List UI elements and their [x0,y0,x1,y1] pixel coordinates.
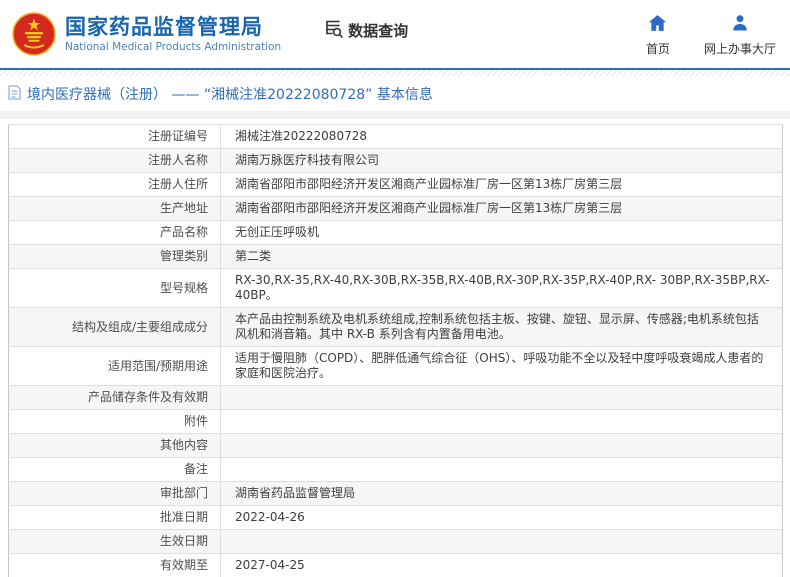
row-value: 2022-04-26 [220,505,783,530]
nav-hall-label: 网上办事大厅 [703,41,776,56]
row-value: 湖南省邵阳市邵阳经济开发区湘商产业园标准厂房一区第13栋厂房第三层 [220,196,783,221]
row-value: 湖南省邵阳市邵阳经济开发区湘商产业园标准厂房一区第13栋厂房第三层 [220,172,783,197]
row-label: 备注 [8,457,221,482]
row-label: 产品储存条件及有效期 [8,385,221,410]
row-label: 其他内容 [8,433,221,458]
person-icon [731,14,749,36]
row-value [220,409,783,434]
table-row: 备注 [8,457,783,482]
row-value: 2027-04-25 [220,553,783,577]
table-row: 批准日期 2022-04-26 [8,505,783,530]
row-value: 湖南省药品监督管理局 [220,481,783,506]
section-title: 数据查询 [348,21,409,40]
table-row: 生效日期 [8,529,783,554]
table-row: 其他内容 [8,433,783,458]
nav-item-service-hall[interactable]: 网上办事大厅 [704,14,776,57]
row-value: 湖南万脉医疗科技有限公司 [220,148,783,173]
row-value [220,457,783,482]
row-label: 生产地址 [8,196,221,221]
table-row: 适用范围/预期用途 适用于慢阻肺（COPD）、肥胖低通气综合征（OHS）、呼吸功… [8,346,783,386]
row-value: 适用于慢阻肺（COPD）、肥胖低通气综合征（OHS）、呼吸功能不全以及轻中度呼吸… [220,346,783,386]
site-logo: 国家药品监督管理局 National Medical Products Admi… [12,12,281,56]
info-table: 注册证编号 湘械注准20222080728 注册人名称 湖南万脉医疗科技有限公司… [8,124,783,577]
table-row: 注册人名称 湖南万脉医疗科技有限公司 [8,148,783,173]
row-label: 产品名称 [8,220,221,245]
row-label: 注册人名称 [8,148,221,173]
national-emblem-icon [12,12,56,56]
home-icon [648,14,667,36]
data-query-icon [323,18,344,43]
row-value [220,385,783,410]
row-label: 适用范围/预期用途 [8,346,221,386]
row-label: 注册证编号 [8,124,221,149]
table-row: 注册人住所 湖南省邵阳市邵阳经济开发区湘商产业园标准厂房一区第13栋厂房第三层 [8,172,783,197]
row-label: 型号规格 [8,268,221,308]
org-subtitle: National Medical Products Administration [65,41,282,53]
data-query-section: 数据查询 [323,18,408,43]
table-row: 产品储存条件及有效期 [8,385,783,410]
row-label: 管理类别 [8,244,221,269]
org-title: 国家药品监督管理局 [65,15,263,39]
row-label: 审批部门 [8,481,221,506]
row-value: 无创正压呼吸机 [220,220,783,245]
row-value: 本产品由控制系统及电机系统组成,控制系统包括主板、按键、旋钮、显示屏、传感器;电… [220,307,783,347]
row-value [220,433,783,458]
table-row: 产品名称 无创正压呼吸机 [8,220,783,245]
breadcrumb-bottom-band [0,111,790,119]
row-value: 湘械注准20222080728 [220,124,783,149]
table-row: 注册证编号 湘械注准20222080728 [8,124,783,149]
row-value [220,529,783,554]
table-row: 生产地址 湖南省邵阳市邵阳经济开发区湘商产业园标准厂房一区第13栋厂房第三层 [8,196,783,221]
row-label: 批准日期 [8,505,221,530]
row-label: 有效期至 [8,553,221,577]
row-label: 结构及组成/主要组成成分 [8,307,221,347]
breadcrumb-text: 境内医疗器械（注册） —— “湘械注准20222080728” 基本信息 [27,87,433,103]
header: 国家药品监督管理局 National Medical Products Admi… [0,0,790,68]
row-label: 生效日期 [8,529,221,554]
row-label: 附件 [8,409,221,434]
document-icon [8,84,21,104]
row-value: 第二类 [220,244,783,269]
nav-item-home[interactable]: 首页 [646,14,670,57]
table-row: 管理类别 第二类 [8,244,783,269]
table-row: 审批部门 湖南省药品监督管理局 [8,481,783,506]
breadcrumb: 境内医疗器械（注册） —— “湘械注准20222080728” 基本信息 [0,76,790,111]
table-row: 附件 [8,409,783,434]
row-value: RX-30,RX-35,RX-40,RX-30B,RX-35B,RX-40B,R… [220,268,783,308]
header-nav: 首页 网上办事大厅 [646,14,776,57]
table-row: 结构及组成/主要组成成分 本产品由控制系统及电机系统组成,控制系统包括主板、按键… [8,307,783,347]
nav-home-label: 首页 [645,41,670,56]
row-label: 注册人住所 [8,172,221,197]
info-table-body: 注册证编号 湘械注准20222080728 注册人名称 湖南万脉医疗科技有限公司… [8,124,783,577]
table-row: 有效期至 2027-04-25 [8,553,783,577]
table-row: 型号规格 RX-30,RX-35,RX-40,RX-30B,RX-35B,RX-… [8,268,783,308]
registration-info: 注册证编号 湘械注准20222080728 注册人名称 湖南万脉医疗科技有限公司… [0,119,790,577]
